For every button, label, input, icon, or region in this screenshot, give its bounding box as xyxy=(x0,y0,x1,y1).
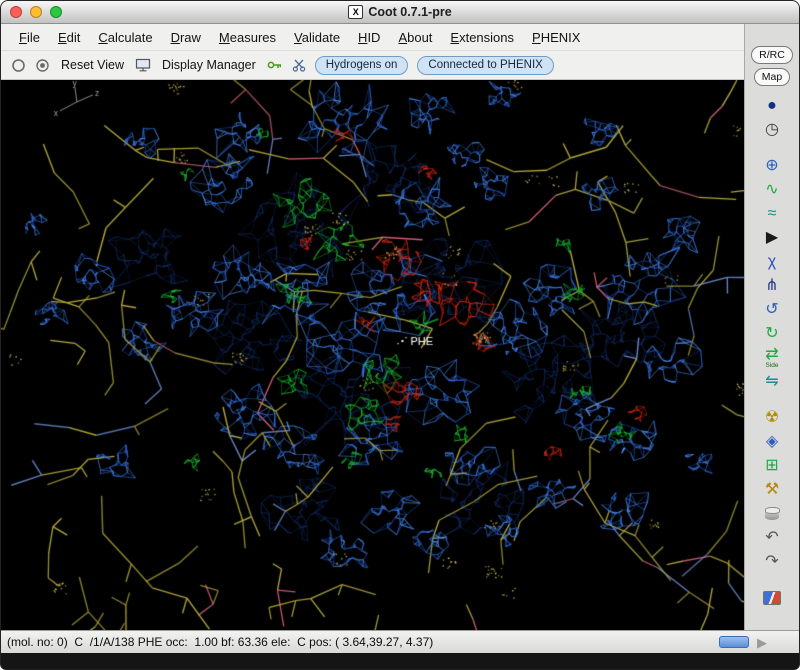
reset-view-button[interactable]: Reset View xyxy=(59,56,126,74)
auto-fit-rotamer-icon[interactable]: ↻ xyxy=(745,322,799,346)
menu-about[interactable]: About xyxy=(390,27,440,48)
menu-phenix[interactable]: PHENIX xyxy=(524,27,588,48)
gl-canvas[interactable] xyxy=(1,80,744,630)
key-icon[interactable] xyxy=(267,58,283,72)
display-manager-button[interactable]: Display Manager xyxy=(160,56,258,74)
menu-draw[interactable]: Draw xyxy=(163,27,209,48)
window-title-text: Coot 0.7.1-pre xyxy=(368,5,451,19)
side-toolbar: ●◷ ⊕∿≈▶χ⋔↺↻⇄Side⇋ ☢◈⊞⚒ ↶↷ xyxy=(745,94,799,610)
menu-edit[interactable]: Edit xyxy=(50,27,88,48)
regularize-icon[interactable]: ≈ xyxy=(745,202,799,226)
menu-hid[interactable]: HID xyxy=(350,27,388,48)
undo-icon[interactable]: ↶ xyxy=(745,526,799,550)
window-controls xyxy=(10,1,62,23)
side-chain-flip-icon[interactable]: ⇄Side xyxy=(745,346,799,370)
zoom-button[interactable] xyxy=(50,6,62,18)
menu-calculate[interactable]: Calculate xyxy=(90,27,160,48)
molecule-icon[interactable]: ◈ xyxy=(745,430,799,454)
phenix-status-button[interactable]: Connected to PHENIX xyxy=(417,56,553,75)
flip-peptide-icon[interactable]: ⇋ xyxy=(745,370,799,394)
close-button[interactable] xyxy=(10,6,22,18)
coot-window: X Coot 0.7.1-pre FileEditCalculateDrawMe… xyxy=(0,0,800,670)
menu-bar: FileEditCalculateDrawMeasuresValidateHID… xyxy=(1,24,744,51)
mutate-icon[interactable]: ⚒ xyxy=(745,478,799,502)
rotamer-icon[interactable]: ⋔ xyxy=(745,274,799,298)
gl-viewport[interactable] xyxy=(1,80,744,630)
add-residue-icon[interactable]: ⊞ xyxy=(745,454,799,478)
map-button[interactable]: Map xyxy=(754,68,790,86)
chi-angles-icon[interactable]: χ xyxy=(745,250,799,274)
window-title: X Coot 0.7.1-pre xyxy=(348,5,451,19)
radiation-icon[interactable]: ☢ xyxy=(745,406,799,430)
menu-extensions[interactable]: Extensions xyxy=(442,27,522,48)
hscroll-thumb[interactable] xyxy=(719,636,749,648)
titlebar[interactable]: X Coot 0.7.1-pre xyxy=(1,1,799,24)
menu-validate[interactable]: Validate xyxy=(286,27,348,48)
toolbar: Reset View Display Manager Hydrogens on … xyxy=(1,51,744,80)
target-icon[interactable] xyxy=(11,58,26,73)
dial-icon[interactable]: ◷ xyxy=(745,118,799,142)
record-icon[interactable] xyxy=(35,58,50,73)
crosshair-icon[interactable]: ⊕ xyxy=(745,154,799,178)
hydrogens-toggle[interactable]: Hydrogens on xyxy=(315,56,409,75)
x11-icon: X xyxy=(348,5,363,19)
sphere-icon[interactable]: ● xyxy=(745,94,799,118)
window-bottom-frame xyxy=(1,653,799,670)
scissors-icon[interactable] xyxy=(292,58,306,72)
status-text: (mol. no: 0) C /1/A/138 PHE occ: 1.00 bf… xyxy=(7,635,433,649)
menu-file[interactable]: File xyxy=(11,27,48,48)
minimize-button[interactable] xyxy=(30,6,42,18)
rrc-button[interactable]: R/RC xyxy=(751,46,793,64)
redo-icon[interactable]: ↷ xyxy=(745,550,799,574)
rotate-zone-icon[interactable]: ↺ xyxy=(745,298,799,322)
status-bar: (mol. no: 0) C /1/A/138 PHE occ: 1.00 bf… xyxy=(1,630,799,653)
display-images-icon[interactable] xyxy=(745,586,799,610)
side-panel: R/RC Map ●◷ ⊕∿≈▶χ⋔↺↻⇄Side⇋ ☢◈⊞⚒ ↶↷ xyxy=(744,24,799,630)
menu-measures[interactable]: Measures xyxy=(211,27,284,48)
display-icon xyxy=(135,58,151,72)
play-icon[interactable]: ▶ xyxy=(745,226,799,250)
resize-grip-icon[interactable]: ▶ xyxy=(757,636,767,649)
delete-item-icon[interactable] xyxy=(745,502,799,526)
real-space-refine-icon[interactable]: ∿ xyxy=(745,178,799,202)
